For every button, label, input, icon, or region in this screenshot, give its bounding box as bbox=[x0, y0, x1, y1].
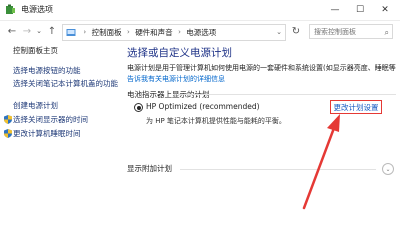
plan-description: 为 HP 笔记本计算机提供性能与能耗的平衡。 bbox=[146, 117, 286, 125]
sidebar-item-display-off[interactable]: 选择关闭显示器的时间 bbox=[13, 114, 88, 125]
power-plan-info-link[interactable]: 告诉我有关电源计划的详细信息 bbox=[127, 75, 225, 83]
sidebar-item-lid-close[interactable]: 选择关闭笔记本计算机盖的功能 bbox=[13, 78, 118, 89]
plan-explanation: 电源计划是用于管理计算机如何使用电源的一套硬件和系统设置(如显示器亮度、睡眠等 … bbox=[127, 63, 399, 85]
sidebar: 控制面板主页 选择电源按钮的功能 选择关闭笔记本计算机盖的功能 创建电源计划 选… bbox=[0, 43, 118, 241]
title-bar: 电源选项 — ☐ ✕ bbox=[0, 0, 400, 21]
section-divider bbox=[178, 94, 396, 95]
breadcrumb-separator: › bbox=[126, 28, 130, 36]
sidebar-item-sleep-time[interactable]: 更改计算机睡眠时间 bbox=[13, 128, 81, 139]
breadcrumb[interactable]: › 控制面板 › 硬件和声音 › 电源选项 ⌄ bbox=[62, 24, 286, 41]
shield-icon bbox=[4, 115, 12, 124]
search-input[interactable] bbox=[314, 28, 380, 36]
plan-name[interactable]: HP Optimized (recommended) bbox=[146, 102, 260, 111]
breadcrumb-item-power-options[interactable]: 电源选项 bbox=[186, 25, 216, 40]
window-title: 电源选项 bbox=[21, 5, 53, 14]
address-dropdown-icon[interactable]: ⌄ bbox=[276, 25, 282, 40]
back-arrow-icon[interactable]: ← bbox=[6, 24, 18, 39]
search-icon[interactable]: ⌕ bbox=[385, 25, 389, 40]
sidebar-home-link[interactable]: 控制面板主页 bbox=[13, 45, 58, 56]
change-plan-settings-link[interactable]: 更改计划设置 bbox=[330, 100, 382, 114]
control-panel-icon bbox=[66, 29, 76, 36]
plan-radio[interactable] bbox=[134, 103, 143, 112]
breadcrumb-separator: › bbox=[178, 28, 181, 36]
radio-selected-dot bbox=[136, 105, 141, 110]
sidebar-item-power-button[interactable]: 选择电源按钮的功能 bbox=[13, 65, 81, 76]
forward-arrow-icon[interactable]: → bbox=[21, 24, 33, 39]
sidebar-item-create-plan[interactable]: 创建电源计划 bbox=[13, 100, 58, 111]
close-button[interactable]: ✕ bbox=[374, 0, 396, 20]
extra-plans-divider bbox=[180, 169, 376, 170]
search-box[interactable]: ⌕ bbox=[309, 24, 393, 39]
main-content: 选择或自定义电源计划 电源计划是用于管理计算机如何使用电源的一套硬件和系统设置(… bbox=[118, 43, 400, 241]
up-arrow-icon[interactable]: ↑ bbox=[46, 24, 58, 39]
power-options-icon bbox=[6, 4, 15, 14]
refresh-icon[interactable]: ↻ bbox=[289, 24, 303, 39]
recent-locations-chevron-icon[interactable]: ⌄ bbox=[35, 24, 43, 39]
description-text: 电源计划是用于管理计算机如何使用电源的一套硬件和系统设置(如显示器亮度、睡眠等 bbox=[127, 64, 396, 72]
expand-chevron-icon[interactable]: ⌄ bbox=[382, 163, 394, 175]
shield-icon bbox=[4, 129, 12, 138]
maximize-button[interactable]: ☐ bbox=[349, 0, 371, 20]
extra-plans-heading[interactable]: 显示附加计划 bbox=[127, 163, 172, 174]
breadcrumb-item-hardware-sound[interactable]: 硬件和声音 bbox=[135, 25, 173, 40]
breadcrumb-separator: › bbox=[83, 28, 87, 36]
page-title: 选择或自定义电源计划 bbox=[127, 47, 232, 59]
address-bar: ← → ⌄ ↑ › 控制面板 › 硬件和声音 › 电源选项 ⌄ ↻ ⌕ bbox=[0, 21, 400, 43]
breadcrumb-item-control-panel[interactable]: 控制面板 bbox=[92, 25, 122, 40]
minimize-button[interactable]: — bbox=[324, 0, 346, 20]
